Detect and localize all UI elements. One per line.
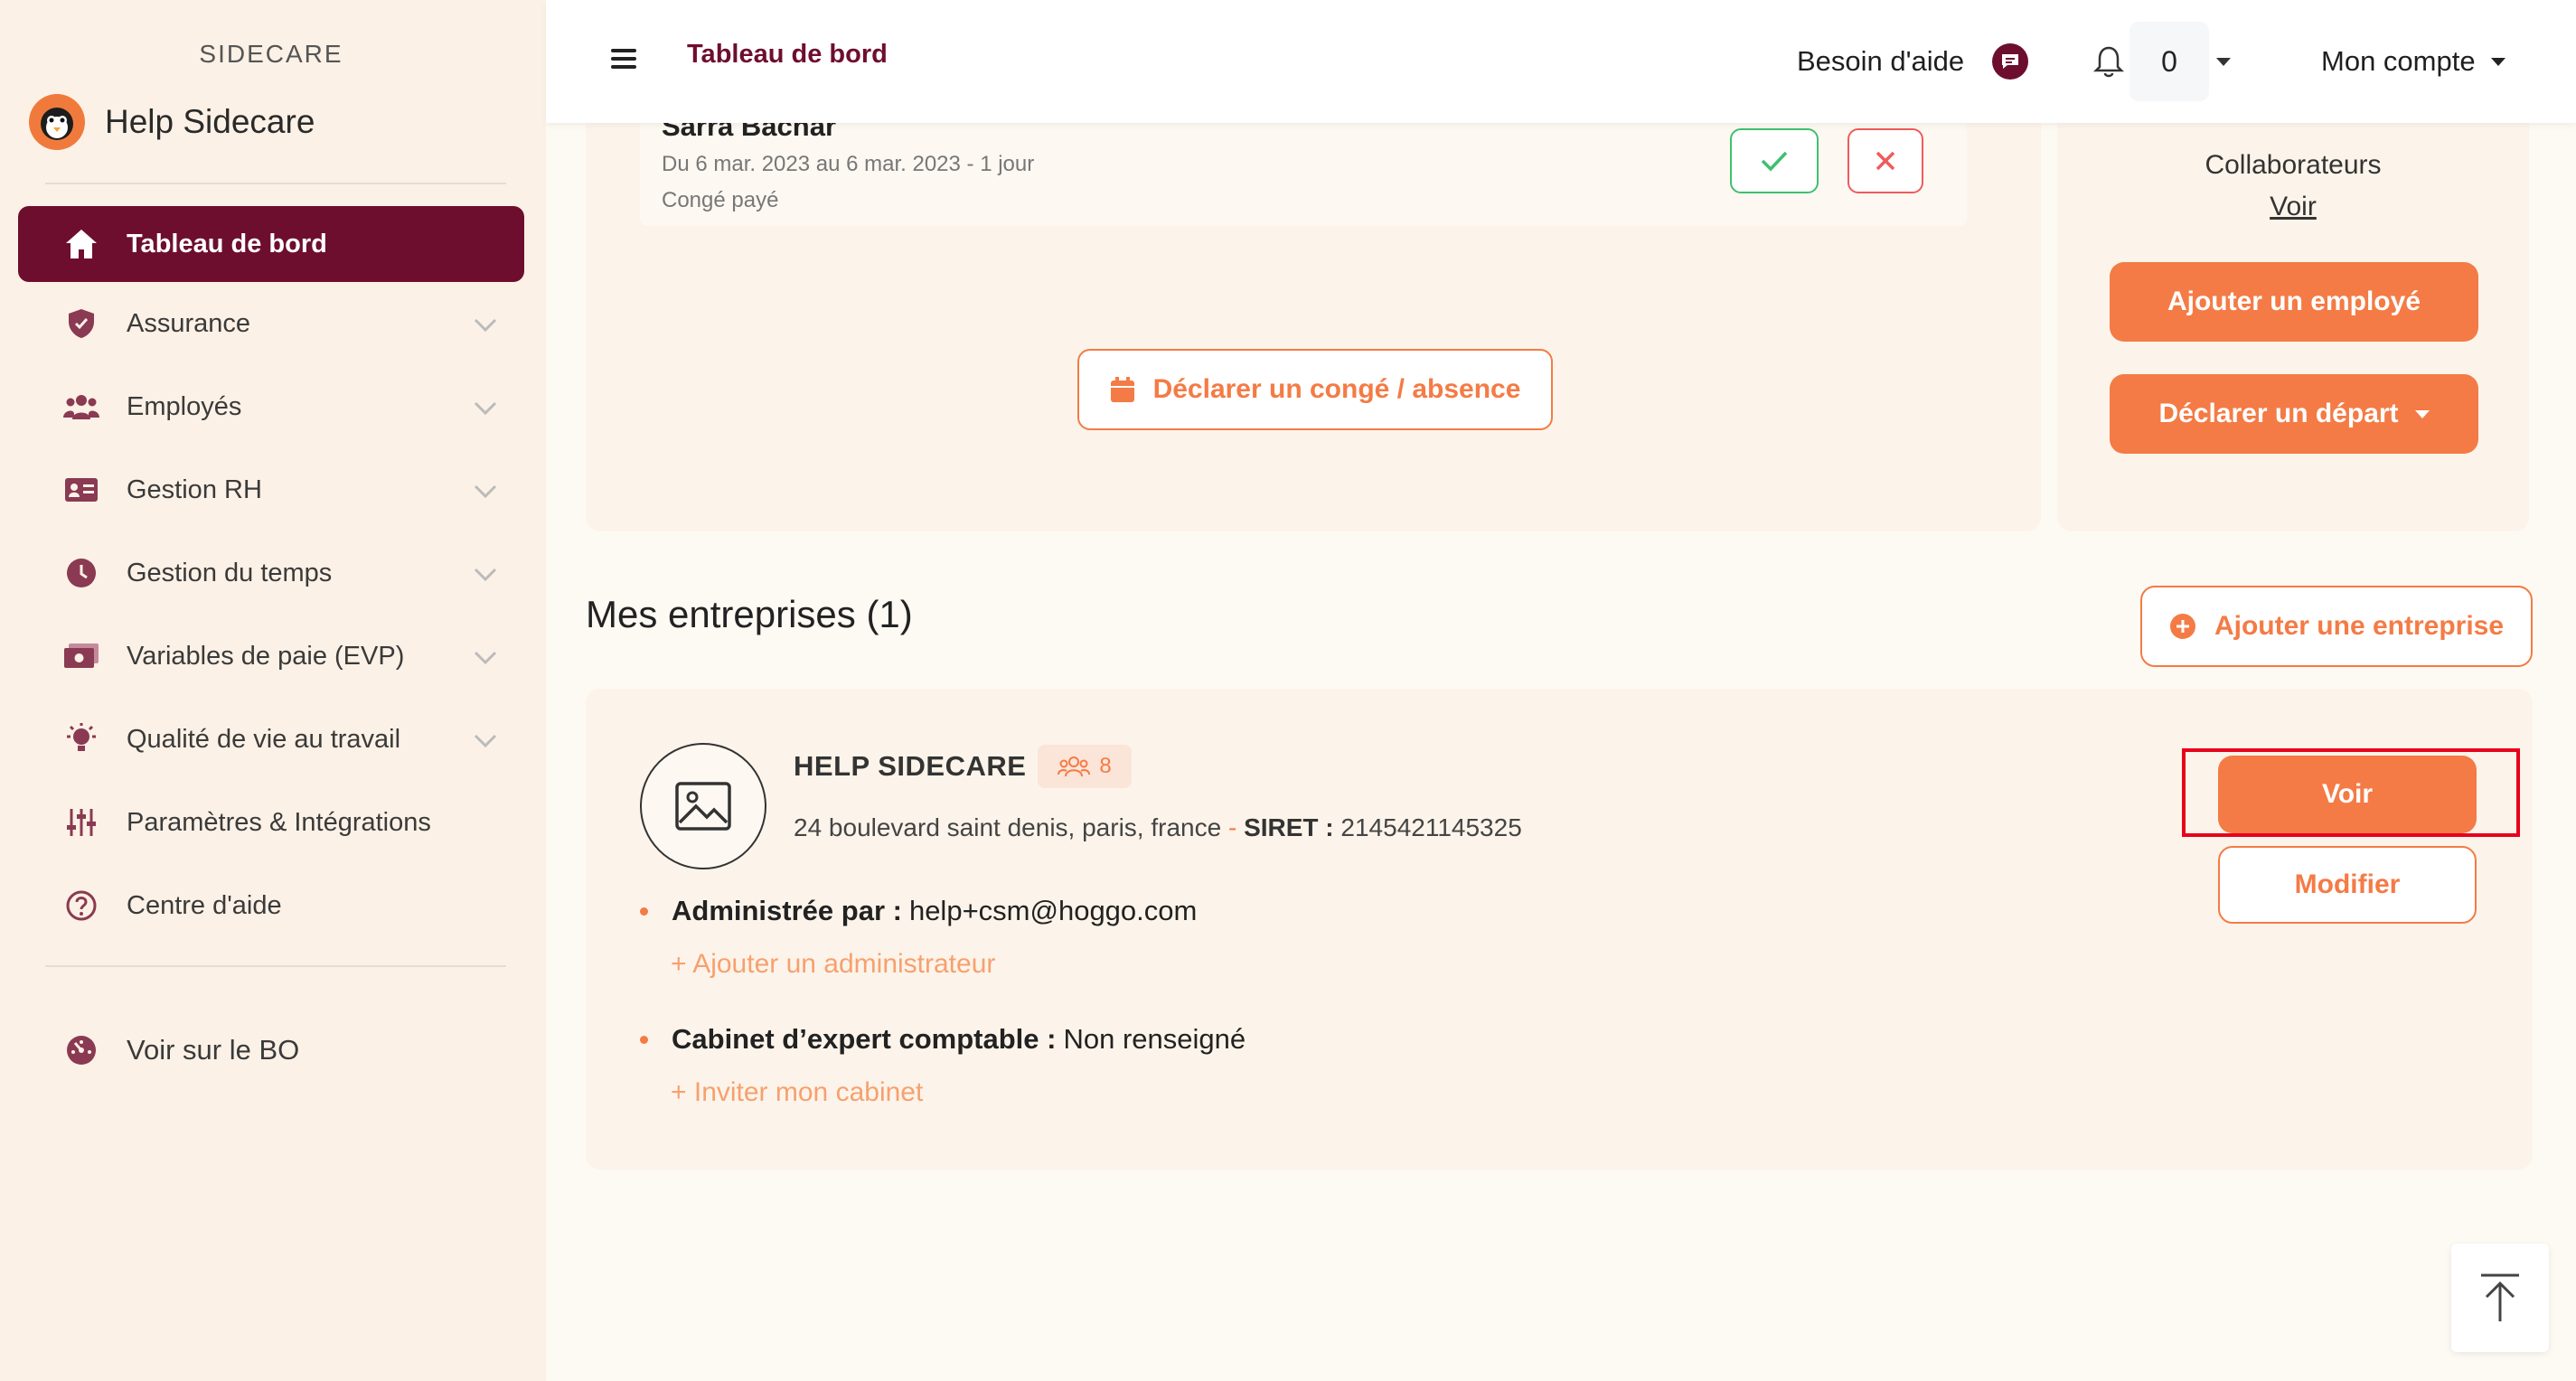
sidebar-item-label: Voir sur le BO (127, 1034, 300, 1066)
sidebar-item-variables-de-paie[interactable]: Variables de paie (EVP) (18, 618, 524, 694)
sidebar-divider (45, 183, 506, 184)
penguin-logo-icon (29, 94, 85, 150)
id-card-icon (63, 472, 99, 508)
image-icon (675, 782, 731, 831)
bullet-icon (640, 907, 648, 916)
sidebar: SIDECARE Help Sidecare Tableau de bord A… (0, 0, 546, 1381)
sidebar-item-label: Employés (127, 391, 242, 421)
sidebar-item-label: Centre d'aide (127, 890, 282, 920)
add-company-button[interactable]: Ajouter une entreprise (2140, 586, 2533, 667)
sidebar-item-label: Gestion du temps (127, 558, 333, 587)
sidebar-item-label: Paramètres & Intégrations (127, 807, 431, 837)
arrow-up-icon (2481, 1273, 2519, 1321)
chevron-down-icon (474, 734, 497, 748)
declare-leave-button[interactable]: Déclarer un congé / absence (1077, 349, 1553, 430)
declare-departure-label: Déclarer un départ (2158, 399, 2399, 428)
declare-leave-label: Déclarer un congé / absence (1152, 374, 1521, 404)
bell-icon[interactable] (2093, 45, 2124, 78)
sidebar-item-gestion-du-temps[interactable]: Gestion du temps (18, 535, 524, 611)
sliders-icon (63, 804, 99, 841)
sidebar-item-label: Qualité de vie au travail (127, 724, 401, 754)
sidebar-item-label: Gestion RH (127, 474, 262, 504)
admin-line: Administrée par : help+csm@hoggo.com (640, 895, 1197, 927)
chevron-down-icon (474, 568, 497, 582)
leave-dates: Du 6 mar. 2023 au 6 mar. 2023 - 1 jour (662, 152, 1035, 176)
sidebar-item-tableau-de-bord[interactable]: Tableau de bord (18, 206, 524, 282)
brand-kicker: SIDECARE (199, 40, 343, 68)
collaborators-view-link[interactable]: Voir (2057, 192, 2529, 222)
accountant-line: Cabinet d’expert comptable : Non renseig… (640, 1023, 1246, 1056)
employee-count-badge: 8 (1038, 745, 1132, 788)
sidebar-item-voir-bo[interactable]: Voir sur le BO (18, 1012, 524, 1088)
accountant-value: Non renseigné (1063, 1023, 1246, 1055)
money-icon (63, 638, 99, 674)
sidebar-item-parametres[interactable]: Paramètres & Intégrations (18, 784, 524, 860)
companies-section-title: Mes entreprises (1) (586, 593, 913, 635)
company-name: HELP SIDECARE (794, 750, 1027, 782)
sidebar-item-label: Variables de paie (EVP) (127, 641, 405, 671)
sidebar-item-label: Assurance (127, 308, 251, 338)
scroll-to-top-button[interactable] (2451, 1244, 2549, 1352)
add-employee-button[interactable]: Ajouter un employé (2110, 262, 2478, 342)
admin-label: Administrée par : (672, 895, 902, 926)
clock-icon (63, 555, 99, 591)
accountant-label: Cabinet d’expert comptable : (672, 1023, 1057, 1055)
sidebar-item-assurance[interactable]: Assurance (18, 286, 524, 362)
edit-company-button[interactable]: Modifier (2218, 846, 2477, 924)
sidebar-item-label: Tableau de bord (127, 229, 327, 258)
shield-icon (63, 305, 99, 342)
page-title: Tableau de bord (687, 40, 888, 69)
account-menu[interactable]: Mon compte (2321, 45, 2476, 78)
caret-down-icon[interactable] (2216, 58, 2231, 66)
highlight-box (2182, 748, 2520, 837)
plus-circle-icon (2169, 614, 2195, 639)
admin-value: help+csm@hoggo.com (908, 895, 1198, 926)
sidebar-item-employes[interactable]: Employés (18, 369, 524, 445)
help-link[interactable]: Besoin d'aide (1797, 45, 1964, 78)
sidebar-item-qualite-de-vie[interactable]: Qualité de vie au travail (18, 701, 524, 777)
help-circle-icon (63, 888, 99, 924)
sidebar-divider (45, 965, 506, 967)
chevron-down-icon (474, 484, 497, 499)
bullet-icon (640, 1035, 648, 1044)
company-address-line: 24 boulevard saint denis, paris, france … (794, 813, 1522, 842)
add-admin-link[interactable]: + Ajouter un administrateur (671, 949, 995, 980)
add-company-label: Ajouter une entreprise (2214, 611, 2505, 641)
collaborators-label: Collaborateurs (2205, 150, 2382, 180)
address-separator: - (1221, 813, 1245, 841)
company-address: 24 boulevard saint denis, paris, france (794, 813, 1222, 841)
approve-leave-button[interactable] (1730, 128, 1819, 193)
users-icon (1058, 756, 1091, 777)
users-icon (63, 389, 99, 425)
menu-icon[interactable] (611, 49, 636, 69)
calendar-icon (1110, 377, 1134, 402)
siret-label: SIRET : (1244, 813, 1334, 841)
topbar: Tableau de bord Besoin d'aide 0 Mon comp… (546, 0, 2576, 123)
company-logo-placeholder[interactable] (640, 743, 766, 869)
chevron-down-icon (474, 318, 497, 333)
employee-count: 8 (1099, 754, 1112, 778)
leave-type: Congé payé (662, 188, 779, 212)
close-icon (1876, 151, 1895, 171)
reject-leave-button[interactable] (1847, 128, 1923, 193)
invite-accountant-link[interactable]: + Inviter mon cabinet (671, 1077, 923, 1108)
home-icon (63, 226, 99, 262)
sidebar-item-gestion-rh[interactable]: Gestion RH (18, 452, 524, 528)
lightbulb-icon (63, 721, 99, 757)
notification-count[interactable]: 0 (2129, 22, 2209, 101)
brand[interactable]: Help Sidecare (29, 94, 315, 150)
siret-value: 2145421145325 (1340, 813, 1522, 841)
chevron-down-icon (474, 651, 497, 665)
dashboard-gauge-icon (63, 1032, 99, 1068)
add-employee-label: Ajouter un employé (2167, 287, 2421, 316)
brand-name: Help Sidecare (105, 103, 315, 140)
declare-departure-button[interactable]: Déclarer un départ (2110, 374, 2478, 454)
sidebar-item-centre-aide[interactable]: Centre d'aide (18, 868, 524, 944)
edit-company-label: Modifier (2294, 869, 2401, 899)
chevron-down-icon (474, 401, 497, 416)
caret-down-icon (2414, 409, 2430, 418)
check-icon (1761, 151, 1788, 172)
chat-icon[interactable] (1992, 43, 2028, 80)
caret-down-icon[interactable] (2491, 58, 2505, 66)
